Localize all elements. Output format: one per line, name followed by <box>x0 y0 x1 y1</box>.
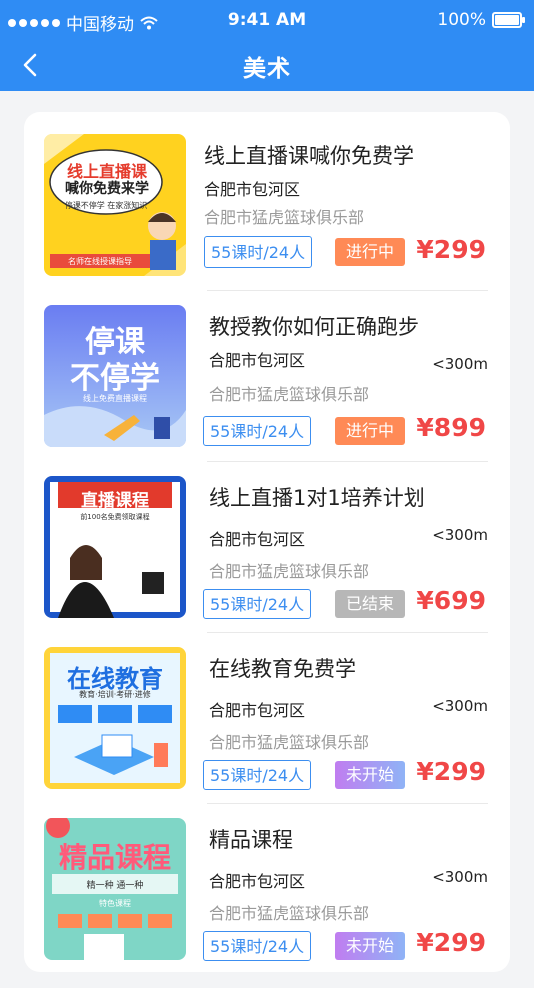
course-distance: <300m <box>432 355 488 373</box>
course-distance: <300m <box>432 526 488 544</box>
status-badge: 进行中 <box>335 238 405 266</box>
status-badge: 进行中 <box>335 417 405 445</box>
course-thumbnail: 线上直播课 喊你免费来学 停课不停学 在家涨知识 名师在线授课指导 <box>44 134 186 276</box>
course-item[interactable]: 在线教育 教育·培训·考研·进修 在线教育免费学 合肥市包河区 <300m 合肥… <box>44 647 488 817</box>
course-price: ¥899 <box>416 413 486 442</box>
divider <box>207 632 488 633</box>
lessons-badge: 55课时/24人 <box>203 589 312 619</box>
status-bar: 中国移动 9:41 AM 100% <box>0 0 534 40</box>
course-item[interactable]: 直播课程 前100名免费领取课程 线上直播1对1培养计划 合肥市包河区 <300… <box>44 476 488 646</box>
course-thumbnail: 在线教育 教育·培训·考研·进修 <box>44 647 186 789</box>
divider <box>207 803 488 804</box>
course-thumbnail: 直播课程 前100名免费领取课程 <box>44 476 186 618</box>
course-distance: <300m <box>432 868 488 886</box>
course-club: 合肥市猛虎篮球俱乐部 <box>209 733 370 752</box>
course-price: ¥299 <box>416 235 486 264</box>
page-title: 美术 <box>243 56 291 82</box>
battery-icon <box>492 12 525 28</box>
course-location: 合肥市包河区 <box>209 872 306 891</box>
course-price: ¥299 <box>416 928 486 957</box>
course-price: ¥699 <box>416 586 486 615</box>
battery-percent: 100% <box>437 10 486 30</box>
course-location: 合肥市包河区 <box>209 530 306 549</box>
status-badge: 未开始 <box>335 761 405 789</box>
course-title: 线上直播1对1培养计划 <box>209 486 425 510</box>
course-thumbnail: 精品课程 精一种 通一种 特色课程 <box>44 818 186 960</box>
course-club: 合肥市猛虎篮球俱乐部 <box>209 385 370 404</box>
course-title: 精品课程 <box>209 828 293 852</box>
course-club: 合肥市猛虎篮球俱乐部 <box>209 904 370 923</box>
status-badge: 已结束 <box>335 590 405 618</box>
course-location: 合肥市包河区 <box>209 701 306 720</box>
course-title: 线上直播课喊你免费学 <box>204 144 414 168</box>
course-title: 教授教你如何正确跑步 <box>209 315 419 339</box>
course-location: 合肥市包河区 <box>204 180 301 199</box>
course-item[interactable]: 线上直播课 喊你免费来学 停课不停学 在家涨知识 名师在线授课指导 线上直播课喊… <box>44 134 488 304</box>
course-club: 合肥市猛虎篮球俱乐部 <box>209 562 370 581</box>
lessons-badge: 55课时/24人 <box>203 416 312 446</box>
course-item[interactable]: 精品课程 精一种 通一种 特色课程 精品课程 合肥市包河区 <300m 合肥市猛… <box>44 818 488 988</box>
course-item[interactable]: 停课 不停学 线上免费直播课程 教授教你如何正确跑步 合肥市包河区 <300m … <box>44 305 488 475</box>
course-list: 线上直播课 喊你免费来学 停课不停学 在家涨知识 名师在线授课指导 线上直播课喊… <box>24 112 510 972</box>
nav-bar: 美术 <box>0 40 534 91</box>
status-badge: 未开始 <box>335 932 405 960</box>
divider <box>207 290 488 291</box>
course-thumbnail: 停课 不停学 线上免费直播课程 <box>44 305 186 447</box>
course-distance: <300m <box>432 697 488 715</box>
lessons-badge: 55课时/24人 <box>204 236 313 268</box>
lessons-badge: 55课时/24人 <box>203 760 312 790</box>
lessons-badge: 55课时/24人 <box>203 931 312 961</box>
divider <box>207 461 488 462</box>
course-price: ¥299 <box>416 757 486 786</box>
course-club: 合肥市猛虎篮球俱乐部 <box>204 208 365 227</box>
top-bar: 中国移动 9:41 AM 100% 美术 <box>0 0 534 91</box>
course-location: 合肥市包河区 <box>209 351 306 370</box>
course-title: 在线教育免费学 <box>209 657 356 681</box>
